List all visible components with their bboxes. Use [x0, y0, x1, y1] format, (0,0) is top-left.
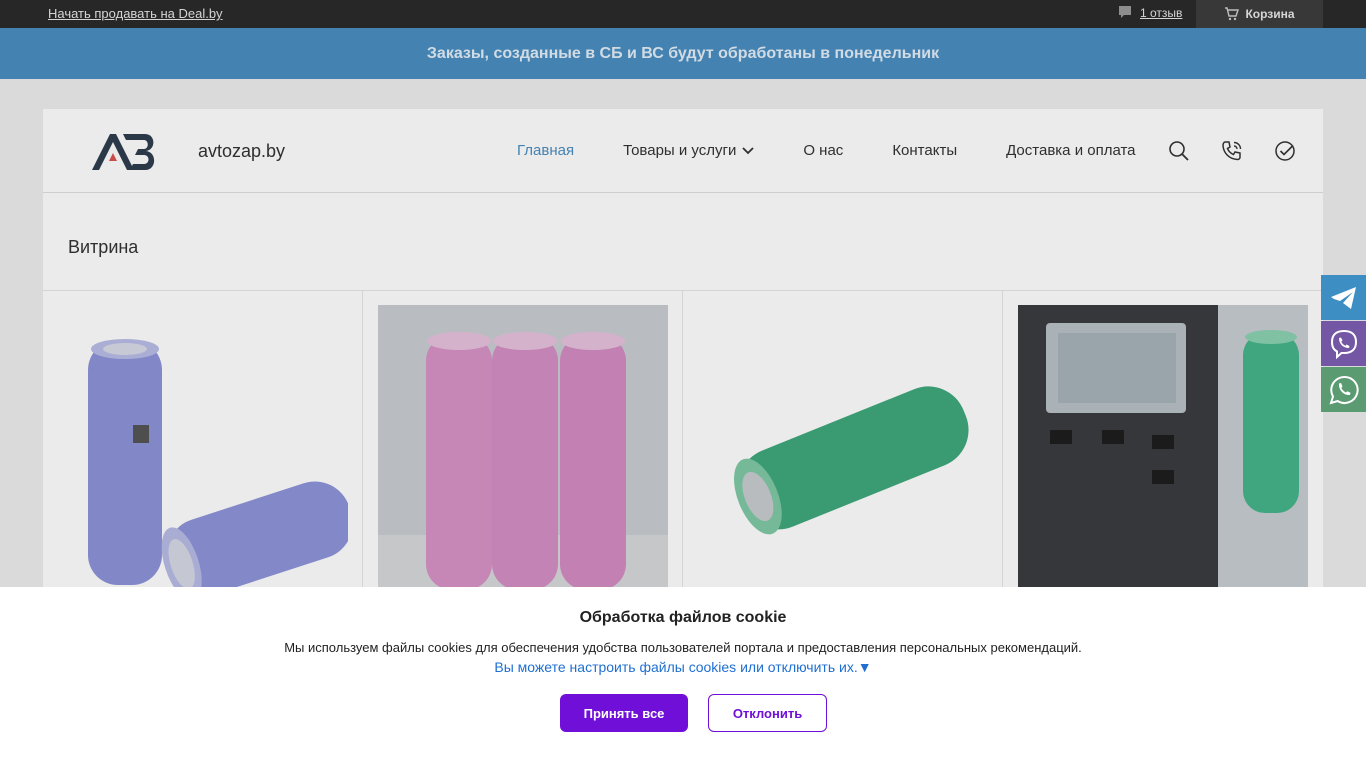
product-image[interactable]: [58, 305, 348, 595]
showcase-title: Витрина: [68, 237, 139, 257]
notice-text: Заказы, созданные в СБ и ВС будут обрабо…: [426, 44, 940, 62]
nav-delivery[interactable]: Доставка и оплата: [1006, 142, 1135, 159]
start-selling-link[interactable]: Начать продавать на Deal.by: [48, 6, 223, 21]
notice-banner: Заказы, созданные в СБ и ВС будут обрабо…: [0, 28, 1366, 79]
cookie-title: Обработка файлов cookie: [579, 609, 787, 626]
product-card[interactable]: [683, 291, 1003, 611]
product-image[interactable]: [698, 305, 988, 595]
cart-icon: [1225, 7, 1240, 21]
product-card[interactable]: [1003, 291, 1323, 611]
cookie-dialog: Обработка файлов cookie Мы используем фа…: [0, 587, 1366, 768]
nav-home[interactable]: Главная: [517, 142, 574, 159]
nav-products[interactable]: Товары и услуги: [623, 142, 754, 159]
cart-label: Корзина: [1245, 7, 1295, 21]
decline-button[interactable]: Отклонить: [708, 694, 827, 732]
nav-contacts[interactable]: Контакты: [892, 142, 957, 159]
main-nav: Главная Товары и услуги О нас Контакты Д…: [517, 142, 1185, 159]
reviews-link-label: 1 отзыв: [1140, 6, 1183, 20]
product-image[interactable]: [1018, 305, 1308, 595]
comment-icon: [1119, 6, 1131, 18]
nav-about[interactable]: О нас: [803, 142, 843, 159]
search-icon[interactable]: [1167, 139, 1191, 163]
main-container: avtozap.by Главная Товары и услуги О нас…: [43, 109, 1323, 611]
viber-icon: [1330, 329, 1357, 359]
site-name[interactable]: avtozap.by: [198, 141, 285, 162]
header-actions: [1167, 139, 1297, 163]
cookie-text: Мы используем файлы cookies для обеспече…: [284, 640, 1082, 655]
telegram-icon: [1330, 286, 1356, 309]
logo[interactable]: [90, 130, 158, 172]
product-grid: [43, 290, 1323, 611]
social-buttons: [1321, 275, 1366, 413]
chevron-down-icon: [742, 146, 754, 154]
product-card[interactable]: [363, 291, 683, 611]
nav-products-label: Товары и услуги: [623, 142, 737, 159]
whatsapp-button[interactable]: [1321, 367, 1366, 412]
phone-icon[interactable]: [1220, 139, 1244, 163]
reviews-link[interactable]: 1 отзыв: [1118, 5, 1182, 21]
viber-button[interactable]: [1321, 321, 1366, 366]
cookie-settings-link[interactable]: Вы можете настроить файлы cookies или от…: [0, 659, 1366, 675]
product-image[interactable]: [378, 305, 668, 595]
site-header: avtozap.by Главная Товары и услуги О нас…: [43, 109, 1323, 193]
product-card[interactable]: [43, 291, 363, 611]
whatsapp-icon: [1328, 375, 1359, 404]
telegram-button[interactable]: [1321, 275, 1366, 320]
cart-button[interactable]: Корзина: [1196, 0, 1323, 28]
check-circle-icon[interactable]: [1273, 139, 1297, 163]
top-bar: Начать продавать на Deal.by 1 отзыв Корз…: [0, 0, 1366, 28]
accept-all-button[interactable]: Принять все: [560, 694, 688, 732]
